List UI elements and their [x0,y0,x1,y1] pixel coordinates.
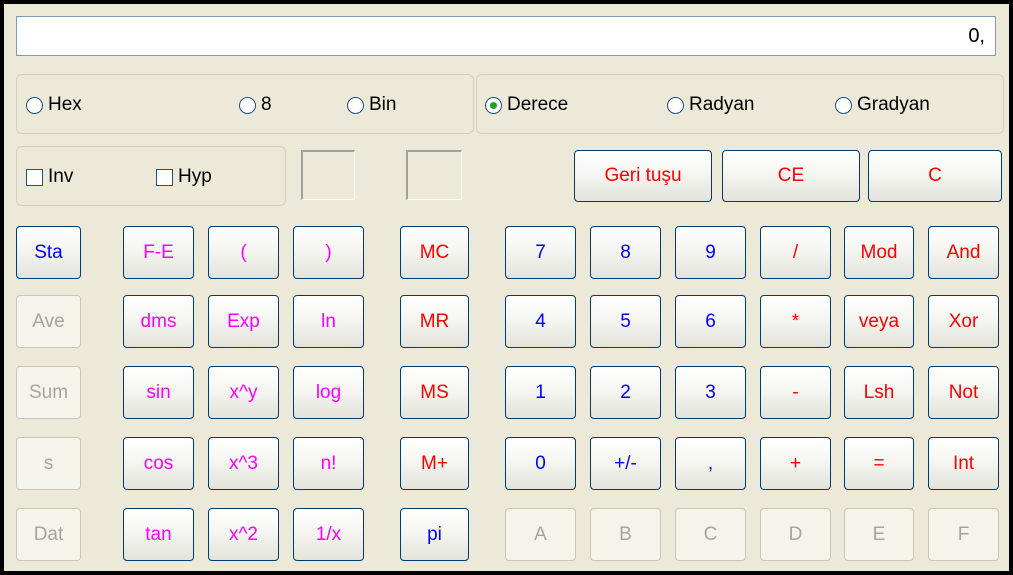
digit-6-button[interactable]: 6 [675,295,746,348]
display-value: 0, [968,24,985,47]
add-button[interactable]: + [760,437,831,490]
multiply-button[interactable]: * [760,295,831,348]
and-button[interactable]: And [928,226,999,279]
clear-entry-button[interactable]: CE [722,150,860,202]
radio-gradians-circle [835,96,852,114]
ave-button: Ave [16,295,81,348]
hex-b-button: B [590,508,661,561]
radio-gradians[interactable]: Gradyan [835,94,930,116]
x-power-y-button[interactable]: x^y [208,366,279,419]
factorial-button[interactable]: n! [293,437,364,490]
radio-radians-circle [667,96,684,114]
xor-button[interactable]: Xor [928,295,999,348]
digit-5-button[interactable]: 5 [590,295,661,348]
digit-3-button[interactable]: 3 [675,366,746,419]
checkbox-hyp-label: Hyp [178,166,212,187]
close-paren-button[interactable]: ) [293,226,364,279]
digit-1-button[interactable]: 1 [505,366,576,419]
radio-bin-label: Bin [369,94,397,115]
tan-button[interactable]: tan [123,508,194,561]
radio-radians[interactable]: Radyan [667,94,755,116]
checkbox-inv-box [26,168,43,186]
equals-button[interactable]: = [844,437,914,490]
sin-button[interactable]: sin [123,366,194,419]
ms-button[interactable]: MS [400,366,469,419]
log-button[interactable]: log [293,366,364,419]
sign-toggle-button[interactable]: +/- [590,437,661,490]
s-button: s [16,437,81,490]
checkbox-hyp[interactable]: Hyp [156,166,212,188]
checkbox-inv-label: Inv [48,166,74,187]
parenthesis-indicator [301,150,355,200]
hex-f-button: F [928,508,999,561]
digit-8-button[interactable]: 8 [590,226,661,279]
digit-9-button[interactable]: 9 [675,226,746,279]
checkbox-inv[interactable]: Inv [26,166,73,188]
dms-button[interactable]: dms [123,295,194,348]
checkbox-hyp-box [156,168,173,186]
calculator-window: 0, Hex 8 Bin Derece Radyan Gradyan Inv H… [4,4,1009,571]
x-squared-button[interactable]: x^2 [208,508,279,561]
mod-button[interactable]: Mod [844,226,914,279]
radio-bin-circle [347,96,364,114]
open-paren-button[interactable]: ( [208,226,279,279]
digit-4-button[interactable]: 4 [505,295,576,348]
not-button[interactable]: Not [928,366,999,419]
hex-e-button: E [844,508,914,561]
radio-oct-circle [239,96,256,114]
result-display: 0, [16,16,996,56]
radio-hex-label: Hex [48,94,82,115]
radio-degrees[interactable]: Derece [485,94,568,116]
mr-button[interactable]: MR [400,295,469,348]
fe-button[interactable]: F-E [123,226,194,279]
radio-radians-label: Radyan [689,94,755,115]
exp-button[interactable]: Exp [208,295,279,348]
backspace-button[interactable]: Geri tuşu [574,150,712,202]
radio-hex-circle [26,96,43,114]
x-cubed-button[interactable]: x^3 [208,437,279,490]
hex-d-button: D [760,508,831,561]
dat-button: Dat [16,508,81,561]
radio-degrees-label: Derece [507,94,569,115]
radio-hex[interactable]: Hex [26,94,82,116]
int-button[interactable]: Int [928,437,999,490]
m-plus-button[interactable]: M+ [400,437,469,490]
hex-c-button: C [675,508,746,561]
digit-0-button[interactable]: 0 [505,437,576,490]
hex-a-button: A [505,508,576,561]
radio-oct[interactable]: 8 [239,94,272,116]
or-button[interactable]: veya [844,295,914,348]
pi-button[interactable]: pi [400,508,469,561]
sum-button: Sum [16,366,81,419]
radio-gradians-label: Gradyan [857,94,930,115]
digit-2-button[interactable]: 2 [590,366,661,419]
decimal-button[interactable]: , [675,437,746,490]
cos-button[interactable]: cos [123,437,194,490]
mc-button[interactable]: MC [400,226,469,279]
digit-7-button[interactable]: 7 [505,226,576,279]
divide-button[interactable]: / [760,226,831,279]
reciprocal-button[interactable]: 1/x [293,508,364,561]
radio-bin[interactable]: Bin [347,94,396,116]
radio-degrees-circle [485,96,502,114]
clear-button[interactable]: C [868,150,1002,202]
memory-indicator [406,150,462,200]
lsh-button[interactable]: Lsh [844,366,914,419]
sta-button[interactable]: Sta [16,226,81,279]
radio-oct-label: 8 [261,94,272,115]
subtract-button[interactable]: - [760,366,831,419]
ln-button[interactable]: ln [293,295,364,348]
